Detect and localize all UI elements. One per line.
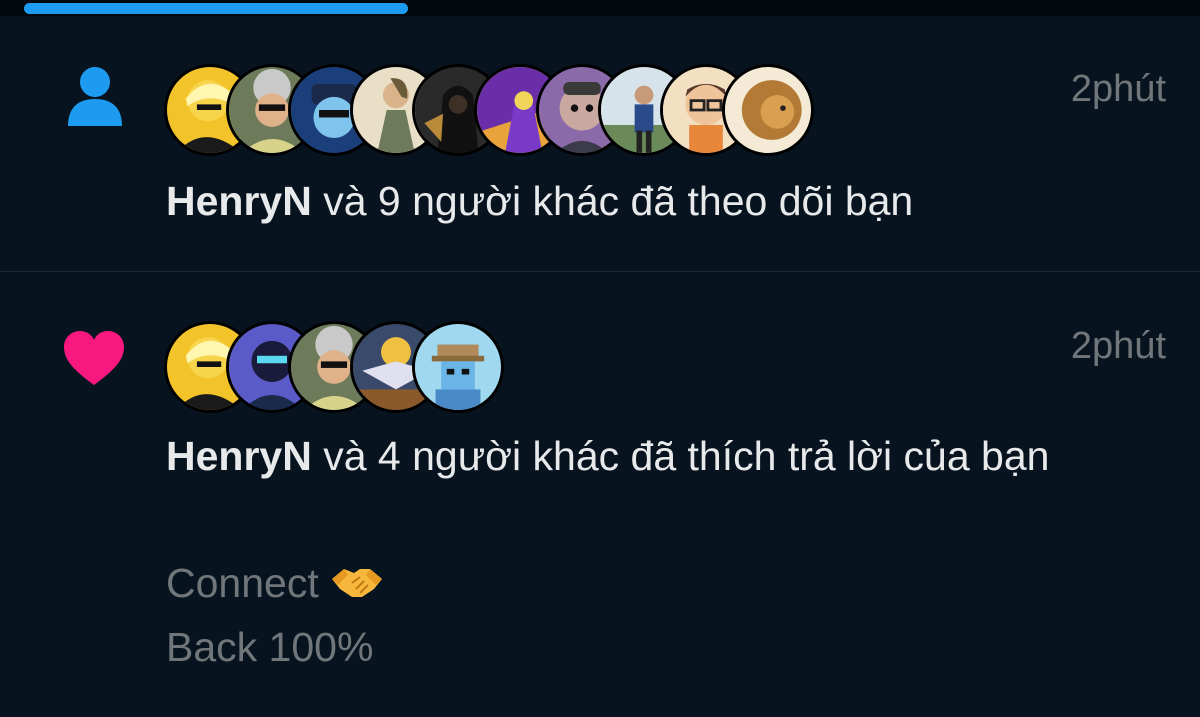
notification-text: HenryN và 4 người khác đã thích trả lời … xyxy=(166,429,1146,483)
notification-text: HenryN và 9 người khác đã theo dõi bạn xyxy=(166,174,1146,228)
quoted-reply-line[interactable]: Back 100% xyxy=(166,624,373,671)
heart-icon xyxy=(64,331,124,385)
person-icon xyxy=(68,67,122,126)
user-name[interactable]: HenryN xyxy=(166,178,312,224)
notification-follow[interactable]: 2phút HenryN và 9 người khác đã theo dõi… xyxy=(0,16,1200,272)
avatar-row xyxy=(164,64,814,156)
avatar[interactable] xyxy=(412,321,504,413)
quoted-reply-line[interactable]: Connect xyxy=(166,560,384,607)
notification-like[interactable]: 2phút HenryN và 4 người khác đã thích tr… xyxy=(0,273,1200,717)
top-bar xyxy=(0,0,1200,16)
notification-message: và 9 người khác đã theo dõi bạn xyxy=(311,178,914,224)
quoted-text: Connect xyxy=(166,560,319,606)
avatar-row xyxy=(164,321,504,413)
timestamp: 2phút xyxy=(1070,325,1166,367)
user-name[interactable]: HenryN xyxy=(166,433,312,479)
notification-message: và 4 người khác đã thích trả lời của bạn xyxy=(311,433,1050,479)
loading-progress-bar xyxy=(24,3,408,14)
handshake-icon xyxy=(332,569,383,597)
avatar[interactable] xyxy=(722,64,814,156)
timestamp: 2phút xyxy=(1070,68,1166,110)
